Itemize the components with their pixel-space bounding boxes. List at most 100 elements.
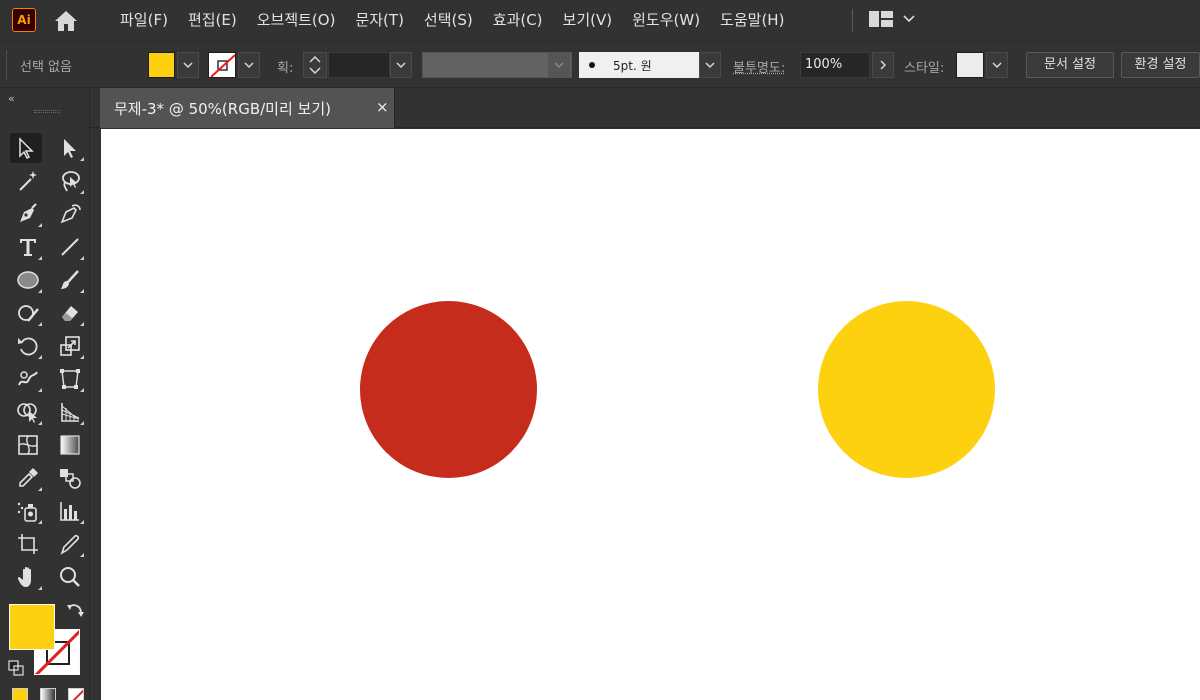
warp-icon xyxy=(16,367,40,391)
menu-view[interactable]: 보기(V) xyxy=(553,0,623,41)
chevron-right-icon xyxy=(877,59,889,71)
pen-tool[interactable] xyxy=(12,199,44,229)
workspace-layout-icon[interactable] xyxy=(869,11,893,27)
menu-help[interactable]: 도움말(H) xyxy=(710,0,794,41)
stroke-weight-input[interactable] xyxy=(328,52,390,78)
curvature-tool[interactable] xyxy=(54,199,86,229)
paintbrush-tool[interactable] xyxy=(54,265,86,295)
stroke-label: 획: xyxy=(277,57,293,76)
fill-color-box[interactable] xyxy=(9,604,55,650)
document-setup-button[interactable]: 문서 설정 xyxy=(1026,52,1114,78)
none-mode-button[interactable] xyxy=(68,688,84,700)
free-transform-tool[interactable] xyxy=(54,364,86,394)
direct-selection-tool[interactable] xyxy=(54,133,86,163)
column-graph-tool[interactable] xyxy=(54,496,86,526)
gradient-mode-button[interactable] xyxy=(40,688,56,700)
mesh-icon xyxy=(16,433,40,457)
lasso-tool[interactable] xyxy=(54,166,86,196)
brush-definition-field[interactable]: 5pt. 원 xyxy=(579,52,699,78)
brush-dot-icon xyxy=(589,62,595,68)
chevron-down-icon xyxy=(243,59,255,71)
gradient-icon xyxy=(58,433,82,457)
menu-type[interactable]: 문자(T) xyxy=(345,0,413,41)
perspective-grid-tool[interactable] xyxy=(54,397,86,427)
graphic-style-swatch[interactable] xyxy=(956,52,984,78)
artboard-canvas[interactable] xyxy=(101,129,1200,700)
selection-tool[interactable] xyxy=(10,133,42,163)
home-icon[interactable] xyxy=(53,9,79,33)
opacity-expand-button[interactable] xyxy=(872,52,894,78)
document-tab-title: 무제-3* @ 50%(RGB/미리 보기) xyxy=(114,98,331,119)
menu-object[interactable]: 오브젝트(O) xyxy=(247,0,346,41)
eraser-tool[interactable] xyxy=(54,298,86,328)
blend-tool[interactable] xyxy=(54,463,86,493)
stroke-color-swatch[interactable] xyxy=(208,52,236,78)
opacity-input[interactable]: 100% xyxy=(800,52,870,78)
stepper-arrows-icon xyxy=(304,53,326,77)
type-tool[interactable] xyxy=(12,232,44,262)
warp-tool[interactable] xyxy=(12,364,44,394)
chevron-down-icon xyxy=(553,59,565,71)
chevron-down-icon xyxy=(395,59,407,71)
shaper-tool[interactable] xyxy=(12,298,44,328)
opacity-label[interactable]: 불투명도: xyxy=(733,57,785,76)
line-segment-tool[interactable] xyxy=(54,232,86,262)
brush-dropdown-button[interactable] xyxy=(699,52,721,78)
style-dropdown-button[interactable] xyxy=(986,52,1008,78)
artboard-tool[interactable] xyxy=(12,529,44,559)
lasso-icon xyxy=(58,169,82,193)
magnifier-icon xyxy=(58,565,82,589)
ellipse-tool[interactable] xyxy=(12,265,44,295)
menu-effect[interactable]: 효과(C) xyxy=(483,0,553,41)
color-mode-button[interactable] xyxy=(12,688,28,700)
menu-divider xyxy=(852,9,853,32)
yellow-circle[interactable] xyxy=(818,301,995,478)
rotate-tool[interactable] xyxy=(12,331,44,361)
menu-file[interactable]: 파일(F) xyxy=(110,0,178,41)
chevron-down-icon xyxy=(704,59,716,71)
close-icon[interactable]: × xyxy=(376,98,389,116)
magic-wand-tool[interactable] xyxy=(12,166,44,196)
panel-grip[interactable] xyxy=(34,110,60,113)
menu-select[interactable]: 선택(S) xyxy=(414,0,483,41)
fill-color-swatch[interactable] xyxy=(148,52,175,78)
paintbrush-icon xyxy=(58,268,82,292)
hand-tool[interactable] xyxy=(12,562,44,592)
slice-knife-icon xyxy=(58,532,82,556)
stroke-dropdown-button[interactable] xyxy=(238,52,260,78)
none-stroke-icon xyxy=(209,53,236,78)
line-segment-icon xyxy=(58,235,82,259)
menu-window[interactable]: 윈도우(W) xyxy=(622,0,710,41)
fill-dropdown-button[interactable] xyxy=(177,52,199,78)
none-slash-icon xyxy=(69,689,84,700)
stroke-weight-stepper[interactable] xyxy=(303,52,327,78)
shape-builder-tool[interactable] xyxy=(12,397,44,427)
scale-tool[interactable] xyxy=(54,331,86,361)
red-circle[interactable] xyxy=(360,301,537,478)
preferences-button[interactable]: 환경 설정 xyxy=(1121,52,1200,78)
menu-edit[interactable]: 편집(E) xyxy=(178,0,247,41)
zoom-tool[interactable] xyxy=(54,562,86,592)
swap-fill-stroke-icon[interactable] xyxy=(66,602,84,620)
selection-status: 선택 없음 xyxy=(20,56,72,75)
stroke-weight-dropdown[interactable] xyxy=(390,52,412,78)
column-graph-icon xyxy=(58,499,82,523)
mesh-tool[interactable] xyxy=(12,430,44,460)
document-tab[interactable]: 무제-3* @ 50%(RGB/미리 보기) × xyxy=(100,88,395,128)
eyedropper-icon xyxy=(16,466,40,490)
curvature-pen-icon xyxy=(58,202,82,226)
scale-icon xyxy=(58,334,82,358)
pen-nib-icon xyxy=(16,202,40,226)
symbol-sprayer-icon xyxy=(16,499,40,523)
rotate-icon xyxy=(16,334,40,358)
gradient-tool[interactable] xyxy=(54,430,86,460)
variable-width-dropdown[interactable] xyxy=(548,52,570,78)
collapse-icon[interactable]: « xyxy=(8,92,15,105)
direct-selection-arrow-icon xyxy=(58,136,82,160)
default-fill-stroke-icon[interactable] xyxy=(8,660,24,676)
eyedropper-tool[interactable] xyxy=(12,463,44,493)
symbol-sprayer-tool[interactable] xyxy=(12,496,44,526)
panel-grip[interactable] xyxy=(6,51,8,79)
chevron-down-icon[interactable] xyxy=(902,12,916,26)
slice-tool[interactable] xyxy=(54,529,86,559)
